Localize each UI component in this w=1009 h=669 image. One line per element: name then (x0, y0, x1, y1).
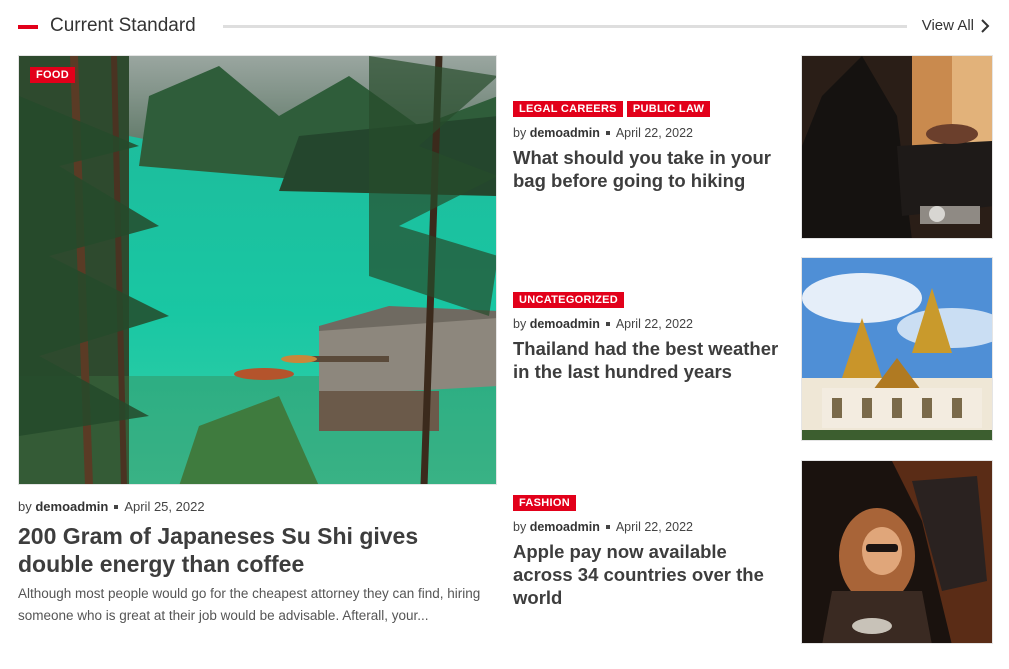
post-title[interactable]: What should you take in your bag before … (513, 146, 791, 192)
author-link[interactable]: demoadmin (530, 126, 600, 140)
hiking-bag-photo (802, 56, 992, 238)
by-label: by (18, 499, 32, 514)
section-divider (223, 25, 907, 28)
author-link[interactable]: demoadmin (530, 317, 600, 331)
category-badge[interactable]: PUBLIC LAW (626, 101, 711, 117)
post-title[interactable]: Apple pay now available across 34 countr… (513, 540, 791, 609)
category-badge[interactable]: FASHION (513, 495, 576, 511)
thai-temple-photo (802, 258, 992, 440)
post-thumbnail[interactable] (801, 55, 993, 239)
section-header: Current Standard View All (18, 12, 990, 42)
category-badge[interactable]: LEGAL CAREERS (513, 101, 623, 117)
chevron-right-icon (981, 18, 990, 33)
author-link[interactable]: demoadmin (35, 499, 108, 514)
meta-separator (605, 321, 610, 326)
meta-separator (605, 130, 610, 135)
section-title: Current Standard (50, 15, 196, 36)
by-label: by (513, 520, 527, 534)
by-label: by (513, 126, 527, 140)
feature-meta: by demoadmin April 25, 2022 (18, 499, 205, 514)
feature-title[interactable]: 200 Gram of Japaneses Su Shi gives doubl… (18, 522, 488, 578)
post-date: April 22, 2022 (615, 317, 693, 331)
author-link[interactable]: demoadmin (530, 520, 600, 534)
by-label: by (513, 317, 527, 331)
meta-separator (605, 524, 610, 529)
category-badge[interactable]: FOOD (30, 67, 75, 83)
lake-photo (19, 56, 496, 484)
woman-in-car-photo (802, 461, 992, 643)
post-title[interactable]: Thailand had the best weather in the las… (513, 337, 791, 383)
post-date: April 22, 2022 (615, 126, 693, 140)
feature-excerpt: Although most people would go for the ch… (18, 586, 481, 623)
post-thumbnail[interactable] (801, 257, 993, 441)
post-thumbnail[interactable] (801, 460, 993, 644)
view-all-link[interactable]: View All (922, 17, 990, 34)
post-date: April 25, 2022 (124, 499, 205, 514)
view-all-label: View All (921, 17, 974, 34)
category-badge[interactable]: UNCATEGORIZED (513, 292, 625, 308)
feature-image[interactable]: FOOD (18, 55, 497, 485)
section-accent-bar (18, 25, 38, 29)
post-date: April 22, 2022 (615, 520, 693, 534)
meta-separator (114, 504, 119, 509)
